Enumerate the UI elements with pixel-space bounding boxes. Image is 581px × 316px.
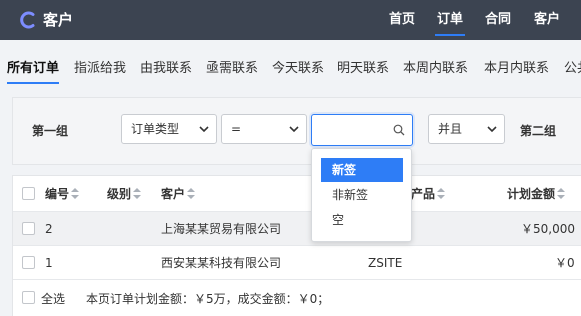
logic-select-value: 并且 <box>438 122 463 136</box>
cell-id: 1 <box>45 256 53 270</box>
tab-contacted-by-me[interactable]: 由我联系 <box>140 60 192 78</box>
operator-select-value: = <box>231 122 242 136</box>
tab-contact-tomorrow[interactable]: 明天联系 <box>337 60 389 78</box>
column-planned-amount-label: 计划金额 <box>507 187 556 201</box>
tab-assigned-to-me[interactable]: 指派给我 <box>74 60 126 78</box>
field-select-value: 订单类型 <box>131 122 180 136</box>
nav-orders[interactable]: 订单 <box>434 0 466 40</box>
tab-contact-this-week[interactable]: 本周内联系 <box>403 60 468 78</box>
column-customer[interactable]: 客户 <box>161 186 196 202</box>
chevron-down-icon <box>199 126 209 133</box>
group2-label: 第二组 <box>520 124 557 138</box>
field-select[interactable]: 订单类型 <box>121 114 217 144</box>
column-id-label: 编号 <box>45 187 70 201</box>
cell-customer[interactable]: 上海某某贸易有限公司 <box>161 221 281 237</box>
orders-table: 编号 级别 客户 产品 计划金额 2 上海某某贸易有限公司 ￥50,000 1 … <box>12 175 581 316</box>
cell-planned-amount: ￥50,000 <box>521 222 575 236</box>
search-filter-panel: 第一组 订单类型 = 并且 第二组 <box>12 97 581 165</box>
table-header-row: 编号 级别 客户 产品 计划金额 <box>13 176 581 212</box>
cell-id: 2 <box>45 222 53 236</box>
row-checkbox[interactable] <box>22 256 35 269</box>
column-id[interactable]: 编号 <box>45 186 80 202</box>
select-all-label[interactable]: 全选 <box>41 290 65 307</box>
page-summary: 本页订单计划金额：￥5万，成交金额：￥0； <box>86 292 330 306</box>
nav-customers[interactable]: 客户 <box>534 0 560 40</box>
sort-icon <box>437 188 446 199</box>
option-new-signed[interactable]: 新签 <box>321 158 403 182</box>
chevron-down-icon <box>487 126 497 133</box>
filter-value-dropdown: 新签 非新签 空 <box>311 148 412 242</box>
sort-icon <box>557 188 566 199</box>
tab-contact-today[interactable]: 今天联系 <box>272 60 324 78</box>
search-icon[interactable] <box>393 124 405 136</box>
sort-icon <box>133 188 142 199</box>
tab-all-orders[interactable]: 所有订单 <box>7 60 60 84</box>
operator-select[interactable]: = <box>221 114 307 144</box>
table-row[interactable]: 1 西安某某科技有限公司 ZSITE ￥0 <box>13 246 581 280</box>
sort-icon <box>187 188 196 199</box>
tab-public[interactable]: 公共 <box>564 60 581 78</box>
cell-planned-amount: ￥0 <box>555 256 575 270</box>
c-logo-icon[interactable] <box>18 10 38 30</box>
group1-label: 第一组 <box>32 124 69 138</box>
column-product-label: 产品 <box>411 187 436 201</box>
logic-select[interactable]: 并且 <box>428 114 505 144</box>
option-empty[interactable]: 空 <box>321 208 403 232</box>
column-level[interactable]: 级别 <box>107 186 142 202</box>
column-customer-label: 客户 <box>161 187 186 201</box>
order-filter-tabs: 所有订单 指派给我 由我联系 亟需联系 今天联系 明天联系 本周内联系 本月内联… <box>0 40 581 94</box>
tab-urgent-contact[interactable]: 亟需联系 <box>206 60 258 78</box>
nav-contracts[interactable]: 合同 <box>485 0 511 40</box>
filter-value-input[interactable] <box>311 114 413 146</box>
table-footer: 全选 本页订单计划金额：￥5万，成交金额：￥0； <box>13 280 581 316</box>
sort-icon <box>71 188 80 199</box>
column-planned-amount[interactable]: 计划金额 <box>507 186 566 202</box>
option-non-new-signed[interactable]: 非新签 <box>321 183 403 207</box>
cell-product: ZSITE <box>368 256 403 270</box>
column-product[interactable]: 产品 <box>411 186 446 202</box>
cell-customer[interactable]: 西安某某科技有限公司 <box>161 255 281 271</box>
column-level-label: 级别 <box>107 187 132 201</box>
select-all-checkbox[interactable] <box>22 291 35 304</box>
tab-contact-this-month[interactable]: 本月内联系 <box>484 60 549 78</box>
nav-home[interactable]: 首页 <box>389 0 415 40</box>
chevron-down-icon <box>289 126 299 133</box>
app-title: 客户 <box>43 11 74 29</box>
header-checkbox[interactable] <box>22 187 35 200</box>
table-row[interactable]: 2 上海某某贸易有限公司 ￥50,000 <box>13 212 581 246</box>
top-bar: 客户 首页 订单 合同 客户 <box>0 0 581 40</box>
row-checkbox[interactable] <box>22 222 35 235</box>
